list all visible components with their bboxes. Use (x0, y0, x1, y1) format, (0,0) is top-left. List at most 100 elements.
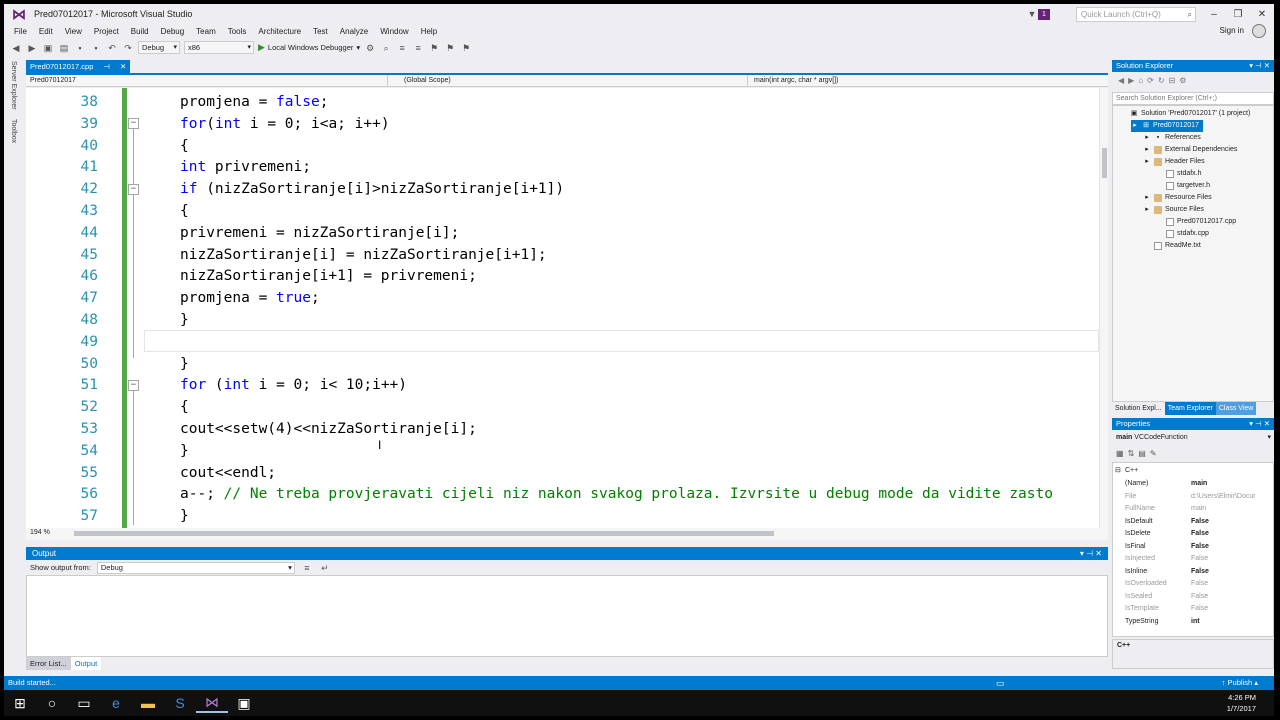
document-tab[interactable]: Pred07012017.cpp ⊣ ✕ (26, 60, 131, 73)
code-line[interactable]: 51 for (int i = 0; i< 10;i++) (26, 374, 1108, 396)
visual-studio-taskbar-icon[interactable]: ⋈ (196, 694, 228, 713)
code-line[interactable]: 55 cout<<endl; (26, 462, 1108, 484)
minimize-button[interactable]: – (1202, 9, 1226, 20)
forward-icon[interactable]: ▶ (26, 42, 38, 54)
tree-node[interactable]: ▸ Header Files (1143, 156, 1205, 168)
menu-view[interactable]: View (59, 27, 88, 36)
toolbox-tab[interactable]: Toolbox (10, 119, 17, 143)
tab-solution-explorer[interactable]: Solution Expl... (1112, 402, 1165, 415)
code-line[interactable]: 50} (26, 353, 1108, 375)
property-row[interactable]: IsDefault False (1113, 516, 1273, 529)
wrench-icon[interactable]: ✎ (1150, 449, 1157, 458)
properties-icon[interactable]: ⚙ (1179, 76, 1186, 85)
property-row[interactable]: IsDelete False (1113, 528, 1273, 541)
tree-node[interactable]: ReadMe.txt (1143, 240, 1201, 252)
code-line[interactable]: 48} (26, 309, 1108, 331)
user-avatar-icon[interactable] (1252, 24, 1266, 38)
output-source-select[interactable]: Debug (96, 561, 295, 574)
quick-launch-input[interactable]: Quick Launch (Ctrl+Q) ⌕ (1076, 6, 1196, 22)
code-line[interactable]: 43 { (26, 200, 1108, 222)
code-line[interactable]: 42 if (nizZaSortiranje[i]>nizZaSortiranje… (26, 178, 1108, 200)
cortana-icon[interactable]: ○ (36, 695, 68, 711)
panel-controls[interactable]: ▾ ⊣ ✕ (1249, 418, 1270, 430)
windows-start-icon[interactable]: ⊞ (4, 695, 36, 712)
zoom-level[interactable]: 194 % (30, 529, 50, 536)
attach-icon[interactable]: ⚙ (364, 42, 376, 54)
tree-node[interactable]: ▸ ⊞ Pred07012017 (1131, 120, 1203, 132)
property-value[interactable]: main (1191, 478, 1271, 491)
taskbar-clock[interactable]: 4:26 PM 1/7/2017 (1227, 692, 1256, 714)
menu-edit[interactable]: Edit (33, 27, 59, 36)
output-text-area[interactable] (26, 575, 1108, 657)
property-value[interactable]: False (1191, 541, 1271, 554)
menu-tools[interactable]: Tools (222, 27, 253, 36)
code-line[interactable]: 47 promjena = true; (26, 287, 1108, 309)
comment-icon[interactable]: ≡ (396, 42, 408, 54)
code-line[interactable]: 38 promjena = false; (26, 91, 1108, 113)
bookmark-next-icon[interactable]: ⚑ (460, 42, 472, 54)
refresh-icon[interactable]: ↻ (1158, 76, 1165, 85)
expander-icon[interactable] (1155, 218, 1163, 226)
tree-node[interactable]: targetver.h (1155, 180, 1210, 192)
menu-debug[interactable]: Debug (155, 27, 191, 36)
code-line[interactable]: 41 int privremeni; (26, 156, 1108, 178)
publish-button[interactable]: ↑ Publish ▴ (1222, 676, 1258, 690)
server-explorer-tab[interactable]: Server Explorer (10, 61, 17, 110)
tree-node[interactable]: ▸ External Dependencies (1143, 144, 1237, 156)
property-row[interactable]: IsOverloaded False (1113, 578, 1273, 591)
save-all-icon[interactable]: ▪ (90, 42, 102, 54)
bookmark-icon[interactable]: ⚑ (428, 42, 440, 54)
code-line[interactable]: 40 { (26, 135, 1108, 157)
tree-node[interactable]: Pred07012017.cpp (1155, 216, 1236, 228)
code-line[interactable]: 56 a--; // Ne treba provjeravati cijeli n… (26, 483, 1108, 505)
menu-project[interactable]: Project (88, 27, 125, 36)
app-icon[interactable]: ▣ (228, 695, 260, 712)
close-button[interactable]: ✕ (1250, 9, 1274, 20)
property-value[interactable]: False (1191, 516, 1271, 529)
tab-team-explorer[interactable]: Team Explorer (1164, 402, 1216, 415)
property-value[interactable]: False (1191, 603, 1271, 616)
panel-controls[interactable]: ▾ ⊣ ✕ (1080, 547, 1102, 560)
expander-icon[interactable]: ▸ (1131, 122, 1139, 130)
property-row[interactable]: IsInjected False (1113, 553, 1273, 566)
code-line[interactable]: 39 for(int i = 0; i<a; i++) (26, 113, 1108, 135)
property-category[interactable]: ⊟ C++ (1113, 465, 1273, 478)
menu-analyze[interactable]: Analyze (334, 27, 374, 36)
property-row[interactable]: FullName main (1113, 503, 1273, 516)
code-line[interactable]: 57} (26, 505, 1108, 527)
tree-node[interactable]: stdafx.cpp (1155, 228, 1209, 240)
expander-icon[interactable]: ▸ (1143, 134, 1151, 142)
undo-icon[interactable]: ↶ (106, 42, 118, 54)
word-wrap-icon[interactable]: ↵ (319, 562, 331, 574)
panel-controls[interactable]: ▾ ⊣ ✕ (1249, 60, 1270, 72)
property-value[interactable]: int (1191, 616, 1271, 629)
menu-team[interactable]: Team (190, 27, 222, 36)
property-value[interactable]: False (1191, 578, 1271, 591)
expander-icon[interactable] (1155, 170, 1163, 178)
expander-icon[interactable] (1143, 242, 1151, 250)
function-dropdown[interactable]: main(int argc, char * argv[]) (750, 75, 1100, 87)
code-line[interactable]: 45 nizZaSortiranje[i] = nizZaSortiranje[i… (26, 244, 1108, 266)
home-icon[interactable]: ⌂ (1138, 76, 1143, 85)
property-row[interactable]: File d:\Users\Elmir\Docur (1113, 491, 1273, 504)
menu-test[interactable]: Test (307, 27, 334, 36)
alphabetical-icon[interactable]: ⇅ (1128, 449, 1135, 458)
menu-help[interactable]: Help (415, 27, 443, 36)
close-tab-icon[interactable]: ✕ (120, 60, 126, 73)
back-icon[interactable]: ◀ (1118, 76, 1124, 85)
open-file-icon[interactable]: ▤ (58, 42, 70, 54)
tab-error-list[interactable]: Error List... (26, 657, 71, 670)
property-value[interactable]: d:\Users\Elmir\Docur (1191, 491, 1271, 504)
property-value[interactable]: main (1191, 503, 1271, 516)
clear-all-icon[interactable]: ≡ (301, 562, 313, 574)
expander-icon[interactable] (1155, 230, 1163, 238)
menu-architecture[interactable]: Architecture (252, 27, 307, 36)
property-row[interactable]: IsInline False (1113, 566, 1273, 579)
expander-icon[interactable]: ▸ (1143, 206, 1151, 214)
maximize-button[interactable]: ❐ (1226, 9, 1250, 20)
bookmark-prev-icon[interactable]: ⚑ (444, 42, 456, 54)
property-row[interactable]: IsTemplate False (1113, 603, 1273, 616)
tree-node[interactable]: stdafx.h (1155, 168, 1202, 180)
skype-icon[interactable]: S (164, 695, 196, 711)
sync-icon[interactable]: ⟳ (1147, 76, 1154, 85)
